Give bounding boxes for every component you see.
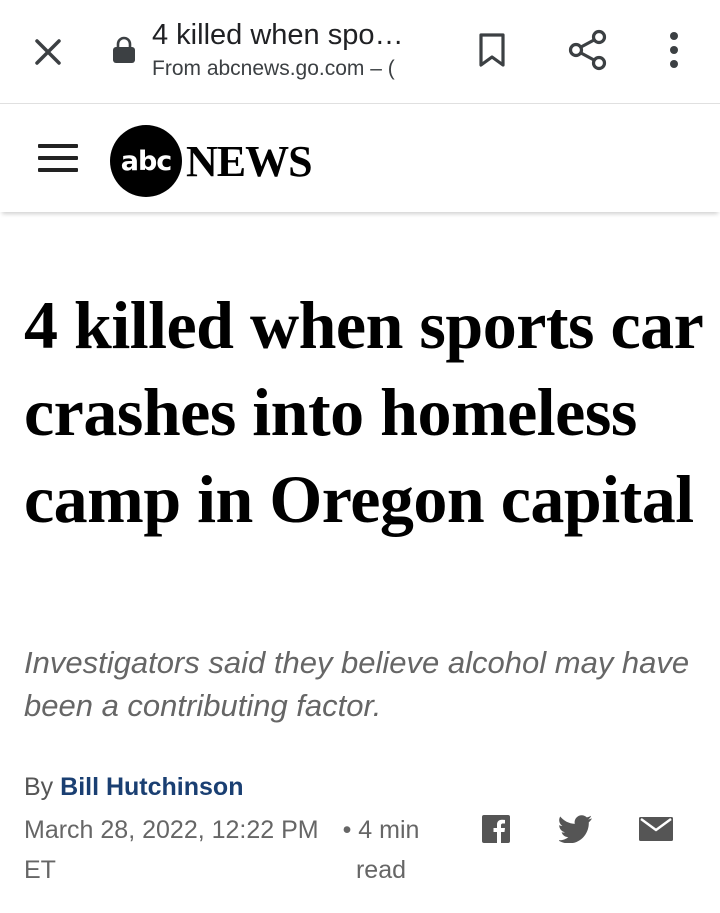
close-icon[interactable] (26, 30, 70, 74)
tab-title: 4 killed when spo… (152, 19, 404, 51)
logo-text: NEWS (186, 136, 313, 186)
byline-prefix: By (24, 773, 54, 801)
bookmark-icon[interactable] (472, 28, 512, 72)
abc-news-logo[interactable]: abc NEWS (110, 124, 313, 198)
facebook-icon[interactable] (480, 812, 512, 846)
byline: By Bill Hutchinson (24, 770, 243, 804)
logo-mark: abc (110, 125, 182, 197)
share-icon[interactable] (564, 26, 612, 74)
browser-toolbar: 4 killed when spo… From abcnews.go.com –… (0, 0, 720, 104)
hamburger-menu-icon[interactable] (38, 144, 80, 178)
email-icon[interactable] (636, 812, 676, 846)
twitter-icon[interactable] (556, 812, 596, 846)
article-dek: Investigators said they believe alcohol … (24, 645, 690, 723)
read-time: • 4 min read (342, 816, 420, 884)
tab-origin: From abcnews.go.com – ( (152, 57, 395, 80)
publish-date: March 28, 2022, 12:22 PM ET (24, 816, 319, 884)
tab-title-block[interactable]: 4 killed when spo… From abcnews.go.com –… (152, 18, 432, 84)
article-headline: 4 killed when sports car crashes into ho… (24, 287, 703, 537)
lock-icon (112, 36, 136, 64)
author-link[interactable]: Bill Hutchinson (60, 773, 243, 801)
site-header: abc NEWS (0, 106, 720, 212)
more-vertical-icon[interactable] (656, 26, 692, 74)
